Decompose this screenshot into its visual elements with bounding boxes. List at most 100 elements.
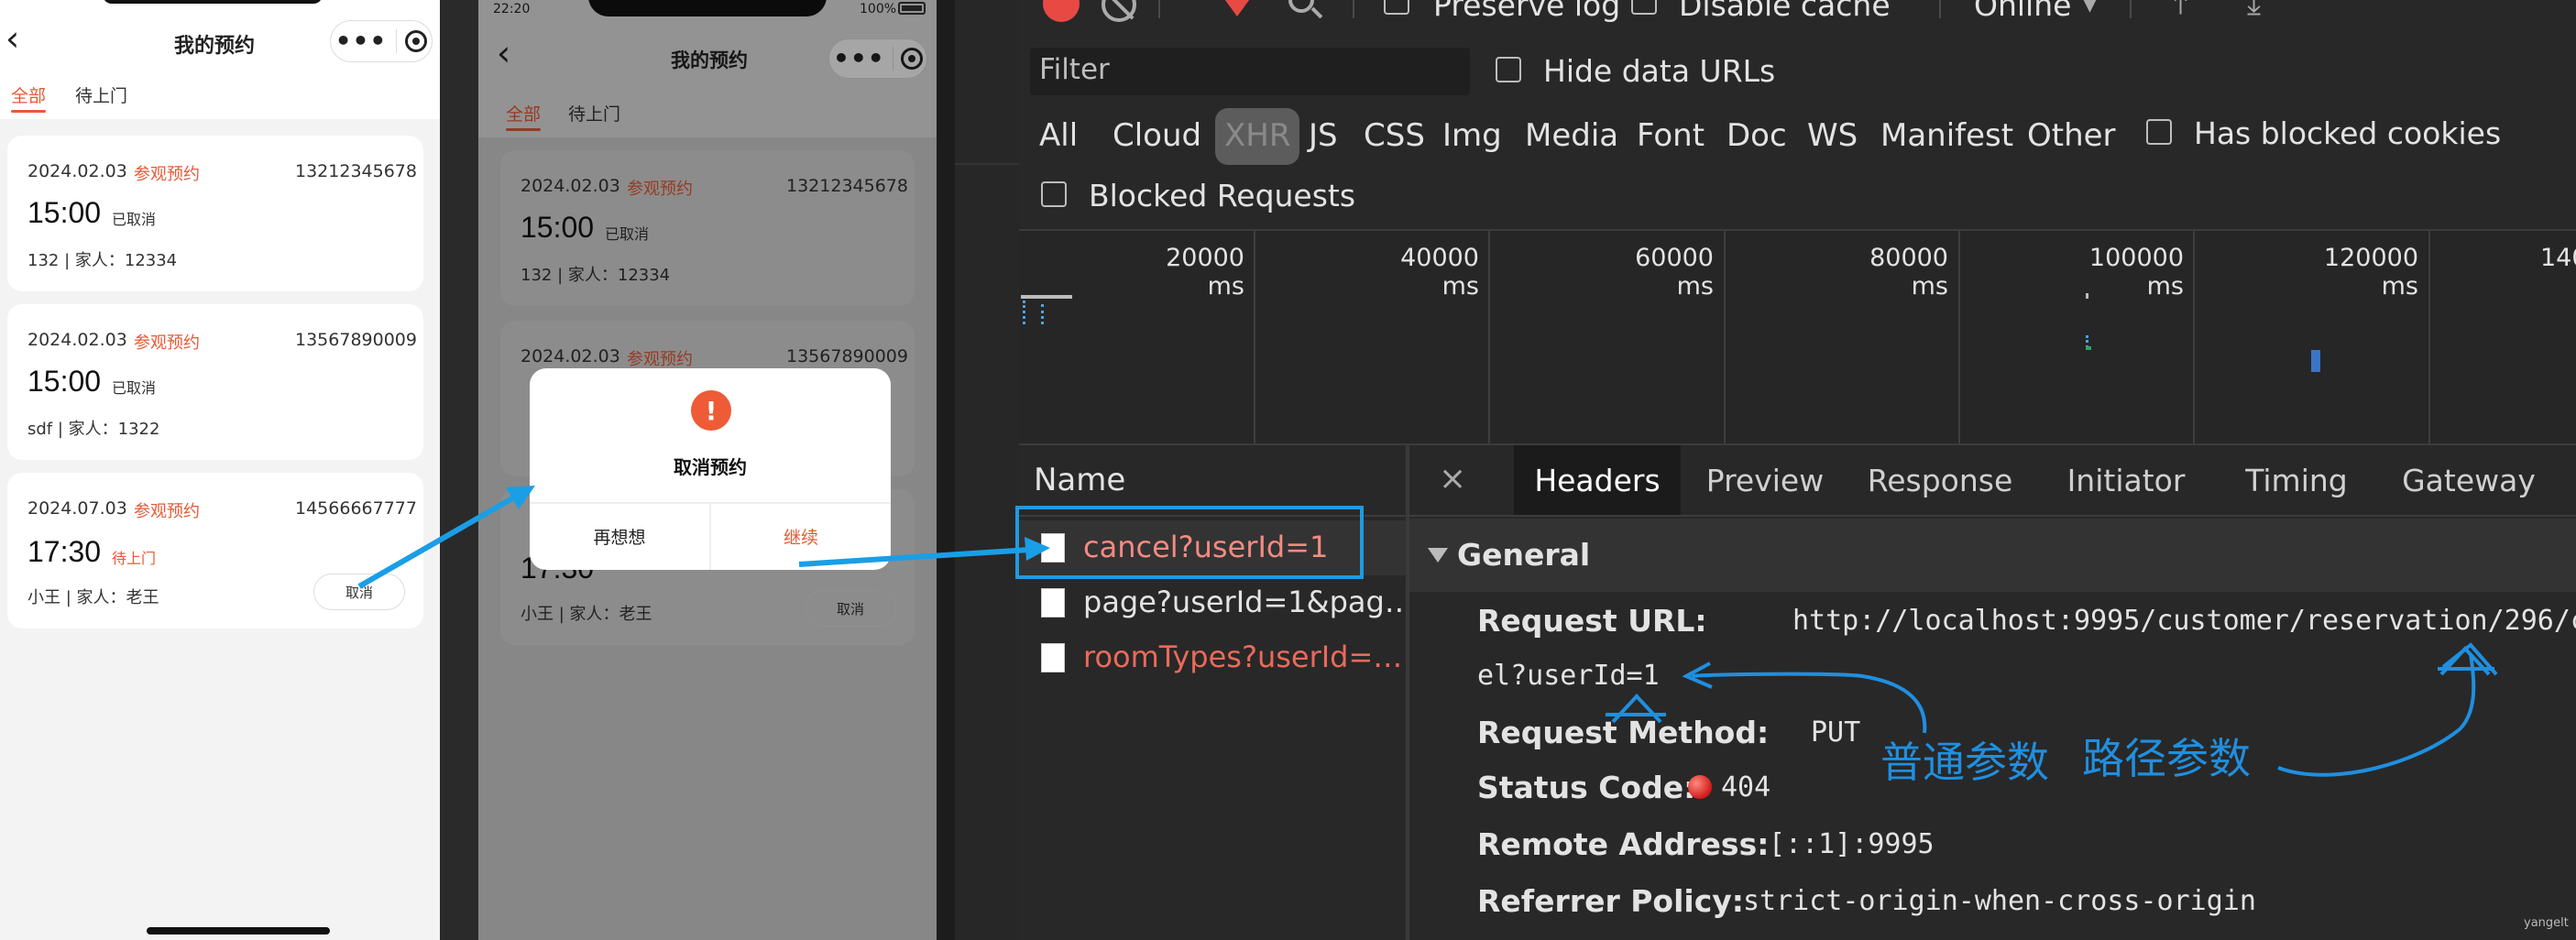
tab-pending[interactable]: 待上门 bbox=[568, 101, 620, 126]
simulator-bezel bbox=[937, 0, 955, 940]
type-img[interactable]: Img bbox=[1442, 117, 1502, 154]
timeline-bar bbox=[1021, 295, 1072, 299]
tab-response[interactable]: Response bbox=[1844, 445, 2036, 515]
general-section-header[interactable]: General bbox=[1409, 519, 2576, 592]
filter-input[interactable]: Filter bbox=[1030, 48, 1470, 95]
cancel-reservation-button[interactable]: 取消 bbox=[805, 590, 896, 627]
capsule-divider bbox=[892, 47, 894, 71]
card-date: 2024.02.03 bbox=[521, 176, 620, 196]
nav-bar: ‹ 我的预约 ••• bbox=[0, 0, 440, 84]
close-miniapp-icon[interactable] bbox=[901, 48, 923, 70]
capsule-menu[interactable]: ••• bbox=[330, 20, 433, 62]
tab-all[interactable]: 全部 bbox=[506, 101, 541, 126]
has-blocked-cookies-checkbox[interactable] bbox=[2146, 119, 2172, 145]
tab-timing[interactable]: Timing bbox=[2216, 445, 2377, 515]
collapse-triangle-icon[interactable] bbox=[1428, 548, 1448, 563]
filter-icon[interactable] bbox=[1222, 0, 1252, 16]
tab-headers[interactable]: Headers bbox=[1514, 445, 1681, 515]
more-icon[interactable]: ••• bbox=[833, 46, 885, 71]
reservation-card[interactable]: 2024.02.03 参观预约 13212345678 15:00 已取消 13… bbox=[500, 150, 915, 306]
dialog-cancel-button[interactable]: 再想想 bbox=[530, 502, 709, 570]
timeline-bar bbox=[2086, 346, 2091, 350]
miniapp-screen: ‹ 我的预约 ••• 全部 待上门 2024.02.03 参观预约 132123… bbox=[0, 0, 440, 940]
card-meta: 132 | 家人：12334 bbox=[521, 266, 671, 285]
tab-initiator[interactable]: Initiator bbox=[2036, 445, 2216, 515]
tab-preview[interactable]: Preview bbox=[1684, 445, 1846, 515]
panel-splitter[interactable] bbox=[955, 0, 1019, 940]
throttling-select[interactable]: Online bbox=[1974, 0, 2071, 23]
disable-cache-checkbox[interactable] bbox=[1631, 0, 1657, 15]
more-icon[interactable]: ••• bbox=[335, 28, 388, 54]
request-detail-pane: × Headers Preview Response Initiator Tim… bbox=[1409, 445, 2576, 940]
import-har-icon[interactable]: ⤒ bbox=[2174, 0, 2187, 22]
request-row[interactable]: cancel?userId=1 bbox=[1019, 520, 1406, 575]
network-overview[interactable]: 20000 ms 40000 ms 60000 ms 80000 ms 1000… bbox=[1019, 231, 2576, 443]
timeline-tick: 140 bbox=[2540, 244, 2576, 272]
request-url-key: Request URL: bbox=[1477, 603, 1707, 639]
card-phone: 13212345678 bbox=[295, 161, 417, 181]
tab-gateway[interactable]: Gateway bbox=[2377, 445, 2560, 515]
type-font[interactable]: Font bbox=[1637, 117, 1705, 154]
tab-indicator bbox=[506, 128, 541, 131]
tab-bar: 全部 待上门 bbox=[478, 95, 937, 137]
capsule-menu[interactable]: ••• bbox=[828, 38, 927, 79]
request-row[interactable]: roomTypes?userId=… bbox=[1019, 630, 1406, 685]
card-meta: 小王 | 家人：老王 bbox=[27, 588, 159, 607]
type-js[interactable]: JS bbox=[1309, 117, 1338, 154]
export-har-icon[interactable]: ⤓ bbox=[2247, 0, 2261, 22]
status-code-value: 404 bbox=[1721, 771, 1771, 803]
devtools-network-panel: Preserve log Disable cache Online ▼ ⤒ ⤓ … bbox=[1019, 0, 2576, 940]
type-css[interactable]: CSS bbox=[1364, 117, 1425, 154]
card-time: 17:30 bbox=[27, 535, 102, 568]
cancel-reservation-button[interactable]: 取消 bbox=[313, 574, 405, 610]
dialog-confirm-button[interactable]: 继续 bbox=[711, 502, 891, 570]
type-cloud[interactable]: Cloud bbox=[1113, 117, 1201, 154]
blocked-requests-checkbox[interactable] bbox=[1041, 181, 1067, 207]
reservation-card[interactable]: 2024.07.03 参观预约 14566667777 17:30 待上门 小王… bbox=[7, 473, 423, 628]
timeline-bar bbox=[1041, 304, 1044, 324]
battery-percent: 100% bbox=[860, 2, 897, 16]
name-column-header[interactable]: Name bbox=[1034, 462, 1125, 498]
has-blocked-cookies-label: Has blocked cookies bbox=[2194, 115, 2502, 151]
request-method-key: Request Method: bbox=[1477, 715, 1770, 750]
type-manifest[interactable]: Manifest bbox=[1880, 117, 2013, 154]
record-icon[interactable] bbox=[1043, 0, 1080, 22]
search-icon[interactable] bbox=[1288, 0, 1314, 13]
back-arrow-icon[interactable]: ‹ bbox=[497, 33, 510, 73]
type-media[interactable]: Media bbox=[1525, 117, 1618, 154]
chevron-down-icon[interactable]: ▼ bbox=[2082, 0, 2098, 16]
document-icon bbox=[1041, 588, 1065, 618]
type-doc[interactable]: Doc bbox=[1726, 117, 1787, 154]
reservation-card[interactable]: 2024.02.03 参观预约 13567890009 15:00 已取消 sd… bbox=[7, 304, 423, 460]
referrer-policy-key: Referrer Policy: bbox=[1477, 883, 1744, 919]
request-name: page?userId=1&pag… bbox=[1083, 585, 1414, 619]
close-icon[interactable]: × bbox=[1439, 460, 1466, 497]
type-ws[interactable]: WS bbox=[1807, 117, 1858, 154]
tab-all[interactable]: 全部 bbox=[11, 82, 46, 107]
tab-pending[interactable]: 待上门 bbox=[75, 82, 127, 107]
type-other[interactable]: Other bbox=[2027, 117, 2116, 154]
close-miniapp-icon[interactable] bbox=[405, 30, 428, 52]
blocked-requests-label: Blocked Requests bbox=[1089, 178, 1356, 213]
timeline-tick: 40000 ms bbox=[1400, 244, 1479, 301]
card-date: 2024.02.03 bbox=[27, 330, 127, 350]
preserve-log-checkbox[interactable] bbox=[1384, 0, 1409, 15]
referrer-policy-value: strict-origin-when-cross-origin bbox=[1743, 885, 2256, 917]
card-status: 已取消 bbox=[605, 225, 650, 243]
type-xhr[interactable]: XHR bbox=[1215, 108, 1300, 165]
clear-icon[interactable] bbox=[1102, 0, 1136, 22]
page-title: 我的预约 bbox=[671, 49, 748, 71]
type-all[interactable]: All bbox=[1039, 117, 1078, 154]
request-row[interactable]: page?userId=1&pag… bbox=[1019, 575, 1414, 630]
card-date: 2024.07.03 bbox=[27, 498, 127, 519]
request-method-value: PUT bbox=[1811, 716, 1861, 749]
simulator-frame bbox=[440, 0, 478, 940]
nav-bar: 22:20 100% ‹ 我的预约 ••• bbox=[478, 0, 937, 101]
back-arrow-icon[interactable]: ‹ bbox=[5, 18, 19, 59]
timeline-tick: 80000 ms bbox=[1869, 244, 1948, 301]
reservation-card[interactable]: 2024.02.03 参观预约 13212345678 15:00 已取消 13… bbox=[7, 136, 423, 291]
card-date: 2024.02.03 bbox=[521, 346, 620, 366]
card-time: 15:00 bbox=[27, 196, 102, 229]
dialog-title: 取消预约 bbox=[674, 456, 747, 478]
hide-data-urls-checkbox[interactable] bbox=[1496, 57, 1521, 82]
